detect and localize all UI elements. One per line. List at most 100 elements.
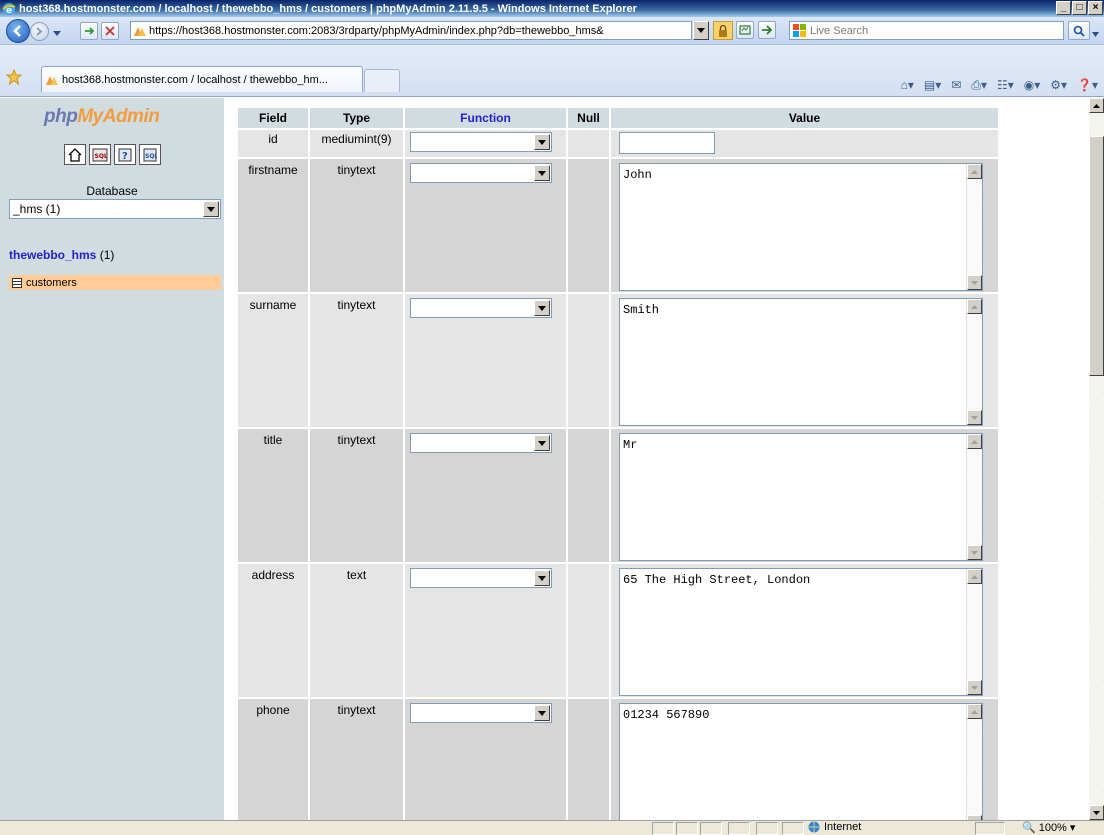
home-icon[interactable]: ⌂▾ <box>901 78 914 93</box>
function-select[interactable] <box>410 163 552 183</box>
chevron-down-icon[interactable] <box>534 134 550 150</box>
sql-query-icon[interactable]: SQL <box>89 144 111 165</box>
sidebar-item-customers[interactable]: customers <box>9 275 221 290</box>
scroll-up-icon[interactable] <box>967 434 982 449</box>
function-select[interactable] <box>410 298 552 318</box>
tools-gear-icon[interactable]: ⚙▾ <box>1050 78 1067 93</box>
value-textarea[interactable]: Smith <box>619 298 983 426</box>
address-bar[interactable]: https://host368.hostmonster.com:2083/3rd… <box>130 21 692 40</box>
database-link-name[interactable]: thewebbo_hms <box>9 248 96 262</box>
textarea-scrollbar[interactable] <box>966 299 982 425</box>
globe-icon <box>808 821 820 833</box>
textarea-scrollbar[interactable] <box>966 434 982 560</box>
field-type: mediumint(9) <box>310 130 403 157</box>
svg-text:?: ? <box>122 151 128 162</box>
search-placeholder: Live Search <box>810 24 869 37</box>
scroll-down-icon[interactable] <box>967 680 982 695</box>
chevron-down-icon: ▾ <box>1069 822 1076 834</box>
chevron-down-icon[interactable] <box>534 300 550 316</box>
mail-icon[interactable]: ✉ <box>951 78 961 93</box>
feeds-icon[interactable]: ▤▾ <box>924 78 941 93</box>
textarea-scrollbar[interactable] <box>966 164 982 290</box>
function-select[interactable] <box>410 703 552 723</box>
search-button[interactable] <box>1068 21 1090 40</box>
home-icon[interactable] <box>64 144 86 165</box>
chevron-down-icon[interactable] <box>534 705 550 721</box>
page-scrollbar[interactable] <box>1089 98 1104 820</box>
null-cell <box>568 130 609 157</box>
phpmyadmin-logo[interactable]: phpMyAdmin <box>44 106 160 128</box>
favorites-star-icon[interactable] <box>5 68 23 88</box>
documentation-icon[interactable]: ? <box>114 144 136 165</box>
safety-icon[interactable]: ◉▾ <box>1024 78 1041 93</box>
close-button[interactable]: × <box>1088 1 1103 15</box>
back-button[interactable] <box>6 19 30 43</box>
database-link[interactable]: thewebbo_hms (1) <box>9 248 114 262</box>
security-zone[interactable]: Internet <box>808 821 861 833</box>
search-options-dropdown-icon[interactable] <box>1092 27 1099 41</box>
help-icon[interactable]: ❓▾ <box>1077 78 1098 93</box>
compatibility-view-button[interactable] <box>736 21 754 39</box>
window-title-bar[interactable]: e host368.hostmonster.com / localhost / … <box>0 0 1104 17</box>
minimize-button[interactable]: _ <box>1056 1 1071 15</box>
chevron-down-icon[interactable] <box>534 435 550 451</box>
address-text: https://host368.hostmonster.com:2083/3rd… <box>149 24 604 37</box>
refresh-button[interactable] <box>80 22 98 40</box>
scroll-up-icon[interactable] <box>1089 98 1104 113</box>
scroll-down-icon[interactable] <box>1089 805 1104 820</box>
value-text: 65 The High Street, London <box>623 573 811 587</box>
chevron-down-icon[interactable] <box>203 201 219 217</box>
go-button[interactable] <box>758 21 776 39</box>
scroll-up-icon[interactable] <box>967 164 982 179</box>
function-select[interactable] <box>410 132 552 152</box>
scroll-down-icon[interactable] <box>967 275 982 290</box>
sql-documentation-icon[interactable]: SQL <box>139 144 161 165</box>
value-textarea[interactable]: Mr <box>619 433 983 561</box>
value-textarea[interactable]: John <box>619 163 983 291</box>
value-textarea[interactable]: 01234 567890 <box>619 703 983 820</box>
new-tab-button[interactable] <box>364 69 400 92</box>
protected-mode-icon[interactable] <box>975 822 1005 835</box>
page-icon[interactable]: ☷▾ <box>997 78 1014 93</box>
null-cell <box>568 699 609 820</box>
null-cell <box>568 159 609 292</box>
textarea-scrollbar[interactable] <box>966 704 982 820</box>
search-input[interactable]: Live Search <box>789 21 1064 40</box>
chevron-down-icon <box>697 27 705 33</box>
tab-bar: host368.hostmonster.com / localhost / th… <box>0 45 1104 97</box>
function-select[interactable] <box>410 568 552 588</box>
scrollbar-thumb[interactable] <box>1089 136 1104 376</box>
database-table-count: (1) <box>99 248 115 262</box>
id-value-input[interactable] <box>619 132 715 154</box>
value-text: Smith <box>623 303 660 317</box>
zoom-control[interactable]: 🔍 100% ▾ <box>1022 821 1076 835</box>
scroll-down-icon[interactable] <box>967 410 982 425</box>
scroll-up-icon[interactable] <box>967 704 982 719</box>
header-function[interactable]: Function <box>405 108 566 128</box>
table-row: surname tinytext Smith <box>238 294 998 427</box>
textarea-scrollbar[interactable] <box>966 569 982 695</box>
field-name: title <box>238 429 308 562</box>
maximize-button[interactable]: □ <box>1072 1 1087 15</box>
value-textarea[interactable]: 65 The High Street, London <box>619 568 983 696</box>
function-select[interactable] <box>410 433 552 453</box>
recent-pages-dropdown-icon[interactable] <box>53 26 61 36</box>
database-select[interactable]: _hms (1) <box>9 199 221 219</box>
phpmyadmin-navigation-frame: phpMyAdmin SQL ? SQL Database _hms (1) t… <box>0 98 224 820</box>
stop-button[interactable] <box>101 22 119 40</box>
table-header-row: Field Type Function Null Value <box>238 108 998 128</box>
insert-form: Field Type Function Null Value id medium… <box>225 98 1089 820</box>
field-type: tinytext <box>310 699 403 820</box>
field-type: tinytext <box>310 159 403 292</box>
print-icon[interactable]: ⎙▾ <box>971 78 987 93</box>
security-lock-icon[interactable] <box>713 21 733 40</box>
chevron-down-icon[interactable] <box>534 165 550 181</box>
chevron-down-icon[interactable] <box>534 570 550 586</box>
field-type: tinytext <box>310 429 403 562</box>
scroll-up-icon[interactable] <box>967 299 982 314</box>
tab-current[interactable]: host368.hostmonster.com / localhost / th… <box>41 66 363 92</box>
scroll-down-icon[interactable] <box>967 545 982 560</box>
scroll-up-icon[interactable] <box>967 569 982 584</box>
address-dropdown-button[interactable] <box>693 21 709 40</box>
forward-button[interactable] <box>30 22 49 41</box>
